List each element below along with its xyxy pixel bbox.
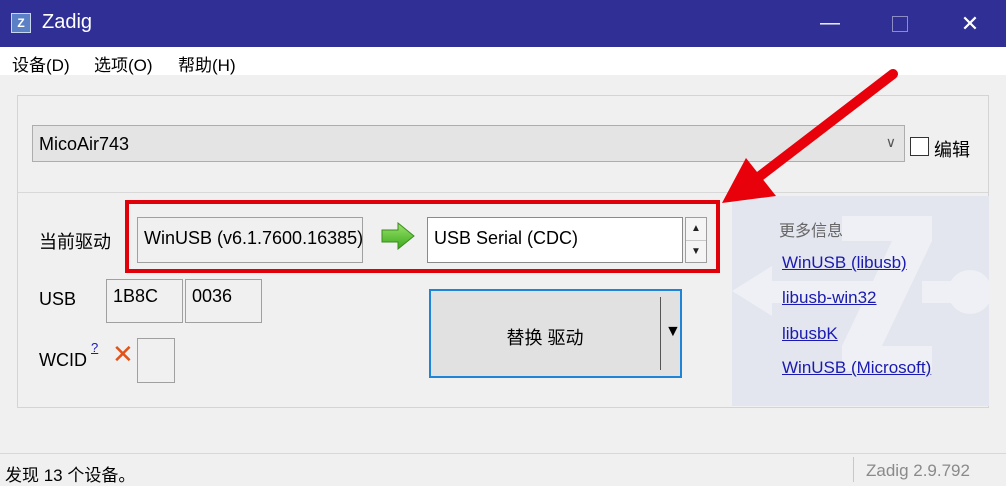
current-driver-label: 当前驱动 [39,232,111,252]
link-winusb-libusb[interactable]: WinUSB (libusb) [782,253,907,273]
menu-bar: 设备(D) 选项(O) 帮助(H) [0,47,1006,75]
close-button[interactable]: ✕ [935,0,1005,47]
maximize-button[interactable] [865,0,935,47]
menu-help[interactable]: 帮助(H) [178,51,236,76]
menu-options[interactable]: 选项(O) [94,51,153,76]
more-info-title: 更多信息 [779,223,844,240]
version-label: Zadig 2.9.792 [866,461,970,480]
status-separator [853,457,854,482]
status-bar: 发现 13 个设备。 Zadig 2.9.792 [0,453,1006,485]
wcid-field [137,338,175,383]
replace-driver-button[interactable]: 替换 驱动 ▼ [429,289,682,378]
wcid-status-icon: ✕ [112,339,134,369]
device-dropdown[interactable]: MicoAir743 ∨ [32,125,905,162]
highlight-box [125,200,720,273]
panel-divider [18,192,988,193]
link-libusb-win32[interactable]: libusb-win32 [782,288,877,308]
minimize-button[interactable]: — [795,0,865,47]
menu-device[interactable]: 设备(D) [12,51,70,76]
link-libusbk[interactable]: libusbK [782,324,838,344]
usb-vid-field: 1B8C [106,279,183,323]
edit-checkbox[interactable] [910,137,929,156]
wcid-help-link[interactable]: ? [91,340,98,355]
usb-pid-field: 0036 [185,279,262,323]
window-title: Zadig [42,11,93,33]
dropdown-caret-icon[interactable]: ▼ [665,323,681,341]
usb-label: USB [39,289,77,309]
device-dropdown-value: MicoAir743 [39,134,130,154]
maximize-icon [892,15,908,32]
chevron-down-icon: ∨ [885,134,896,150]
status-message: 发现 13 个设备。 [5,466,136,485]
button-split-divider [660,297,661,370]
replace-driver-label: 替换 驱动 [506,328,584,348]
wcid-label: WCID [39,350,87,370]
edit-checkbox-label[interactable]: 编辑 [934,136,970,162]
title-bar: Z Zadig — ✕ [0,0,1006,47]
link-winusb-microsoft[interactable]: WinUSB (Microsoft) [782,358,931,378]
zadig-app-icon: Z [11,13,31,33]
